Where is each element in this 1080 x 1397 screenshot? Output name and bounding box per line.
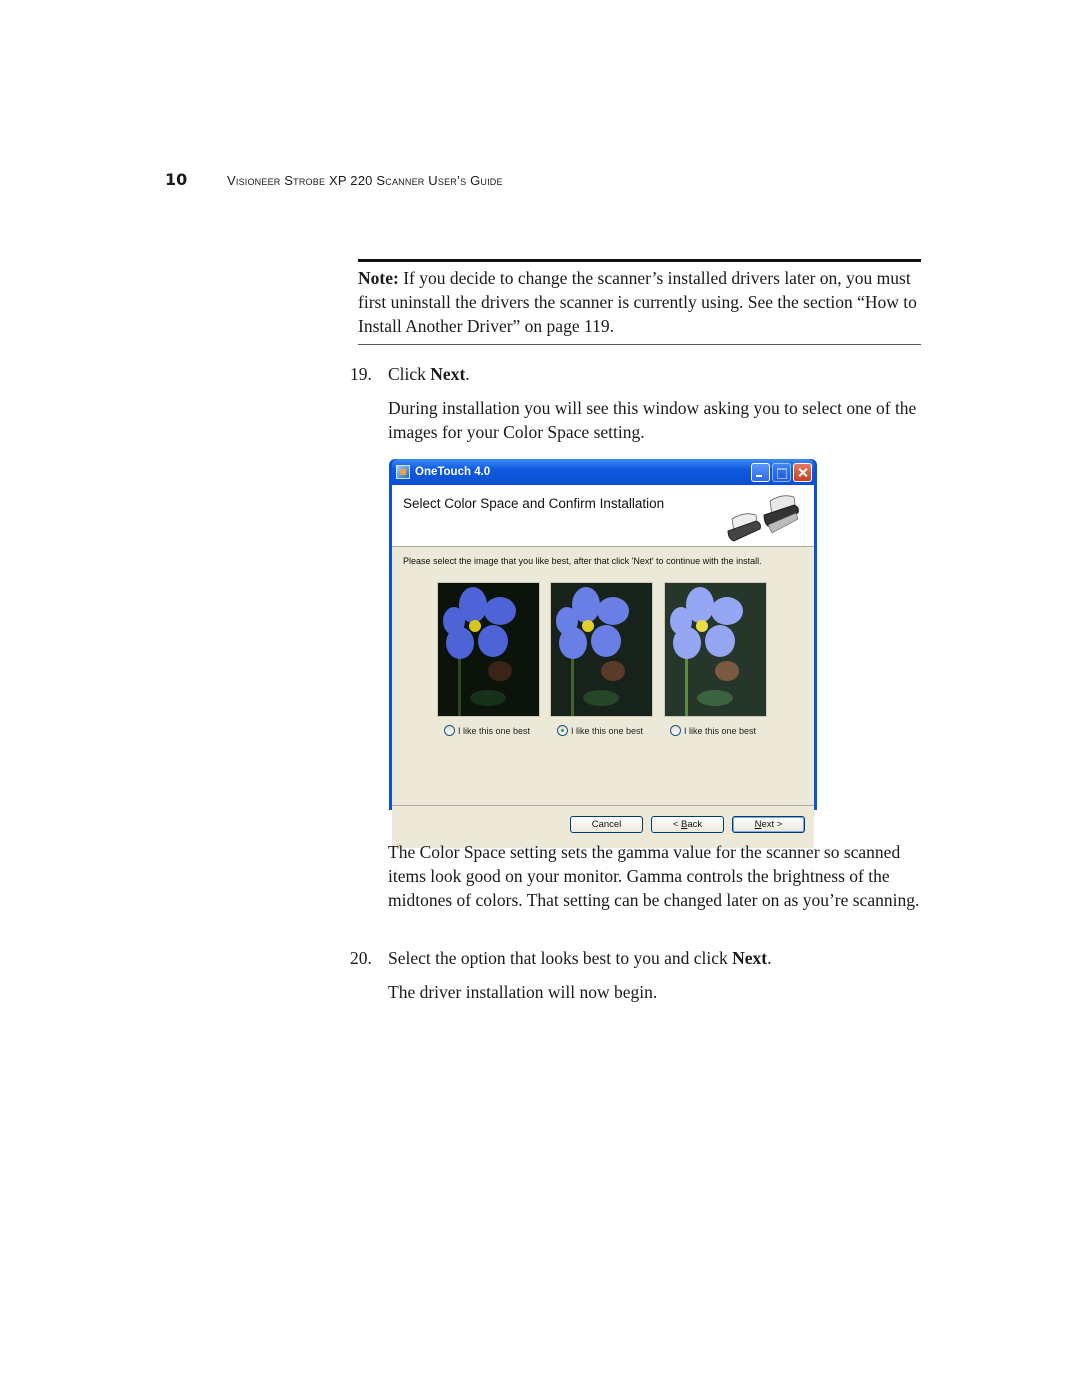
radio-label: I like this one best xyxy=(684,725,757,736)
app-icon xyxy=(396,465,410,479)
note-text: If you decide to change the scanner’s in… xyxy=(358,268,917,336)
radio-option-2[interactable]: I like this one best xyxy=(557,725,643,736)
step-suffix: . xyxy=(767,948,772,968)
onetouch-dialog: OneTouch 4.0 Select Color Space and Conf… xyxy=(389,459,817,848)
running-head: 10 Visioneer Strobe XP 220 Scanner User’… xyxy=(165,170,503,190)
step-19: 19. Click Next. xyxy=(350,362,470,386)
dialog-header-title: Select Color Space and Confirm Installat… xyxy=(403,496,665,511)
cancel-button[interactable]: Cancel xyxy=(570,816,643,833)
radio-label: I like this one best xyxy=(458,725,531,736)
step-19-description: During installation you will see this wi… xyxy=(388,398,917,442)
step-text: Select the option that looks best to you… xyxy=(388,948,733,968)
step-20: 20. Select the option that looks best to … xyxy=(350,946,771,970)
flower-image-option-3[interactable] xyxy=(664,582,767,717)
page-number: 10 xyxy=(165,170,188,189)
radio-label: I like this one best xyxy=(571,725,644,736)
step-text: Click xyxy=(388,364,431,384)
step-bold: Next xyxy=(430,364,466,384)
step-20-description: The driver installation will now begin. xyxy=(388,982,658,1002)
step-number: 20. xyxy=(350,948,372,968)
radio-option-3[interactable]: I like this one best xyxy=(670,725,756,736)
back-prefix: < xyxy=(672,819,682,830)
instruction-text: Please select the image that you like be… xyxy=(403,556,762,566)
back-button[interactable]: < Back xyxy=(651,816,724,833)
step-bold: Next xyxy=(732,948,768,968)
close-button[interactable] xyxy=(793,462,812,482)
step-suffix: . xyxy=(465,364,470,384)
radio-button-selected[interactable] xyxy=(557,725,568,736)
flower-image-option-1[interactable] xyxy=(437,582,540,717)
step-number: 19. xyxy=(350,364,372,384)
title-bar: OneTouch 4.0 xyxy=(392,459,814,485)
flower-image-option-2[interactable] xyxy=(550,582,653,717)
note-label: Note: xyxy=(358,268,399,288)
next-mnemonic: N xyxy=(754,819,762,830)
next-button[interactable]: Next > xyxy=(732,816,805,833)
color-space-explanation: The Color Space setting sets the gamma v… xyxy=(388,842,920,910)
back-rest: ack xyxy=(687,819,703,830)
radio-option-1[interactable]: I like this one best xyxy=(444,725,530,736)
dialog-body: Please select the image that you like be… xyxy=(392,547,814,805)
radio-button[interactable] xyxy=(670,725,681,736)
guide-title: Visioneer Strobe XP 220 Scanner User’s G… xyxy=(227,173,503,188)
dialog-header: Select Color Space and Confirm Installat… xyxy=(392,485,814,547)
scanner-icon xyxy=(727,495,799,542)
radio-button[interactable] xyxy=(444,725,455,736)
maximize-button[interactable] xyxy=(772,462,791,482)
note-box: Note: If you decide to change the scanne… xyxy=(358,259,921,345)
window-title: OneTouch 4.0 xyxy=(415,466,491,478)
minimize-button[interactable] xyxy=(751,462,770,482)
next-rest: ext > xyxy=(761,819,783,830)
